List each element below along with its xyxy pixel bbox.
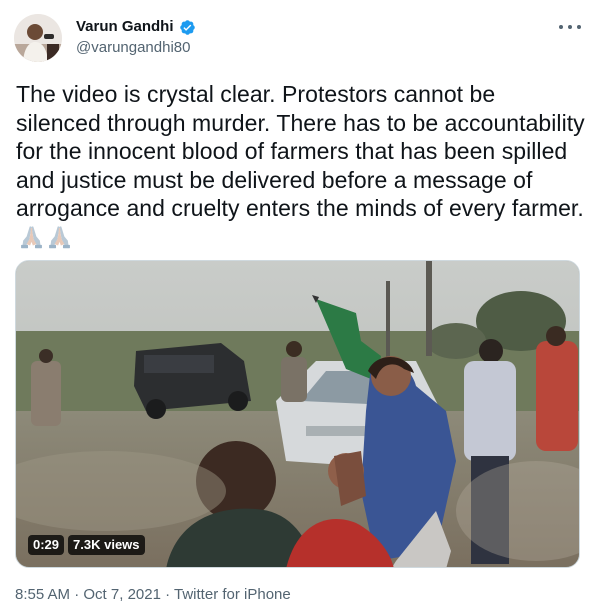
- video-thumbnail: [16, 261, 579, 567]
- handle[interactable]: @varungandhi80: [76, 38, 196, 58]
- tweet-date[interactable]: Oct 7, 2021: [83, 586, 161, 603]
- avatar-image: [14, 14, 62, 62]
- verified-badge-icon: [179, 19, 195, 35]
- separator: ·: [70, 586, 84, 603]
- folded-hands-icon: [49, 225, 70, 248]
- separator: ·: [160, 586, 175, 603]
- tweet-body: The video is crystal clear. Protestors c…: [16, 81, 585, 221]
- tweet-header: Varun Gandhi @varungandhi80: [14, 14, 581, 64]
- tweet-source[interactable]: Twitter for iPhone: [174, 586, 291, 603]
- display-name-row: Varun Gandhi: [76, 18, 196, 36]
- video-player[interactable]: 0:29 7.3K views: [15, 260, 580, 568]
- avatar[interactable]: [14, 14, 62, 62]
- more-options-icon[interactable]: [559, 20, 581, 34]
- author-names: Varun Gandhi @varungandhi80: [76, 18, 196, 58]
- tweet-card: Varun Gandhi @varungandhi80 The video is…: [0, 0, 595, 610]
- display-name[interactable]: Varun Gandhi: [76, 18, 174, 36]
- tweet-time[interactable]: 8:55 AM: [15, 586, 70, 603]
- video-badges: 0:29 7.3K views: [28, 535, 145, 555]
- tweet-text: The video is crystal clear. Protestors c…: [16, 80, 586, 251]
- video-duration: 0:29: [28, 535, 65, 555]
- folded-hands-icon: [21, 225, 42, 248]
- tweet-metadata: 8:55 AM · Oct 7, 2021 · Twitter for iPho…: [15, 585, 291, 605]
- video-views: 7.3K views: [68, 535, 145, 555]
